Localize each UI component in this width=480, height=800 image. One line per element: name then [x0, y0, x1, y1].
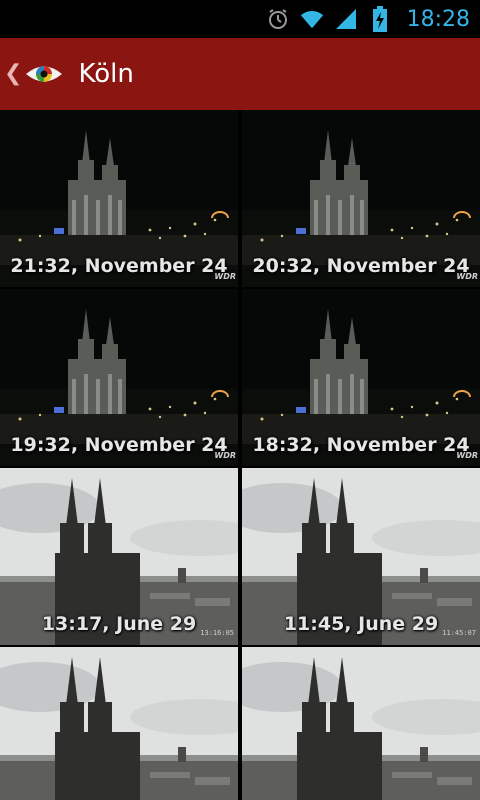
action-bar: ❮ Köln: [0, 38, 480, 110]
webcam-tile[interactable]: [0, 647, 238, 800]
alarm-icon: [265, 6, 291, 32]
signal-icon: [333, 6, 359, 32]
webcam-tile[interactable]: 20:32, November 24 WDR: [242, 110, 480, 287]
tile-timestamp: 21:32, November 24: [10, 255, 228, 277]
camera-time-stamp: 13:16:05: [200, 629, 234, 637]
tile-timestamp: 20:32, November 24: [252, 255, 470, 277]
tile-timestamp: 19:32, November 24: [10, 434, 228, 456]
page-title: Köln: [78, 59, 134, 89]
home-up-button[interactable]: ❮: [0, 38, 74, 110]
wifi-icon: [299, 6, 325, 32]
battery-charging-icon: [367, 6, 393, 32]
webcam-tile[interactable]: 19:32, November 24 WDR: [0, 289, 238, 466]
chevron-left-icon: ❮: [4, 61, 23, 86]
webcam-grid: 21:32, November 24 WDR 20:32, November 24…: [0, 110, 480, 800]
wdr-watermark: WDR: [456, 451, 478, 460]
webcam-image: [242, 647, 480, 800]
clock: 18:28: [406, 6, 470, 32]
tile-timestamp: 18:32, November 24: [252, 434, 470, 456]
webcam-tile[interactable]: 18:32, November 24 WDR: [242, 289, 480, 466]
webcam-tile[interactable]: 21:32, November 24 WDR: [0, 110, 238, 287]
webcam-tile[interactable]: [242, 647, 480, 800]
wdr-watermark: WDR: [456, 272, 478, 281]
status-bar: 18:28: [0, 0, 480, 38]
eye-logo-icon: [26, 66, 63, 82]
webcam-tile[interactable]: 11:45, June 29 11:45:07: [242, 468, 480, 645]
wdr-watermark: WDR: [214, 451, 236, 460]
camera-time-stamp: 11:45:07: [442, 629, 476, 637]
webcam-tile[interactable]: 13:17, June 29 13:16:05: [0, 468, 238, 645]
webcam-image: [0, 647, 238, 800]
wdr-watermark: WDR: [214, 272, 236, 281]
